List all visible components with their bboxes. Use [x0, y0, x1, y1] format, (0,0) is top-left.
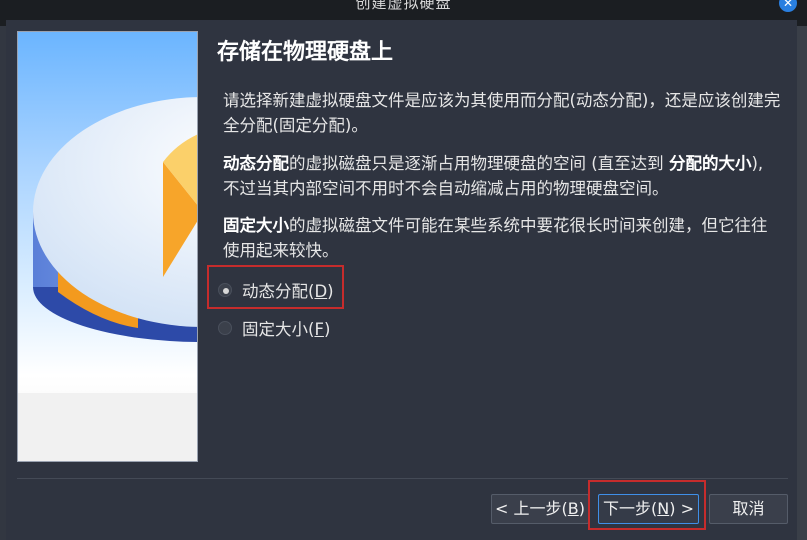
highlight-radio	[207, 265, 344, 309]
footer-divider	[17, 478, 788, 479]
radio-fixed[interactable]: 固定大小(F)	[218, 316, 330, 340]
disk-illustration	[17, 31, 198, 462]
allocated-size-term: 分配的大小	[668, 154, 752, 173]
dynamic-description: 动态分配的虚拟磁盘只是逐渐占用物理硬盘的空间 (直至达到 分配的大小), 不过当…	[223, 151, 783, 201]
dynamic-text-1: 的虚拟磁盘只是逐渐占用物理硬盘的空间 (直至达到	[289, 154, 669, 173]
create-virtual-disk-dialog: 存储在物理硬盘上 请选择新建虚拟硬盘文件是应该为其使用而分配(动态分配)，还是应…	[6, 20, 797, 540]
dynamic-term: 动态分配	[223, 154, 289, 173]
fixed-text: 的虚拟磁盘文件可能在某些系统中要花很长时间来创建，但它往往使用起来较快。	[223, 216, 768, 260]
radio-fixed-label: 固定大小(F)	[242, 320, 331, 339]
highlight-next	[588, 480, 706, 530]
intro-text: 请选择新建虚拟硬盘文件是应该为其使用而分配(动态分配)，还是应该创建完全分配(固…	[223, 91, 781, 135]
radio-unchecked-icon[interactable]	[218, 321, 232, 335]
fixed-description: 固定大小的虚拟磁盘文件可能在某些系统中要花很长时间来创建，但它往往使用起来较快。	[223, 213, 783, 263]
back-button[interactable]: < 上一步(B)	[491, 494, 589, 524]
page-title: 存储在物理硬盘上	[217, 40, 394, 65]
window-title: 创建虚拟硬盘	[355, 0, 452, 12]
cancel-button[interactable]: 取消	[709, 494, 788, 524]
illustration-floor	[18, 393, 197, 461]
background-right	[797, 26, 807, 540]
fixed-term: 固定大小	[223, 216, 289, 235]
